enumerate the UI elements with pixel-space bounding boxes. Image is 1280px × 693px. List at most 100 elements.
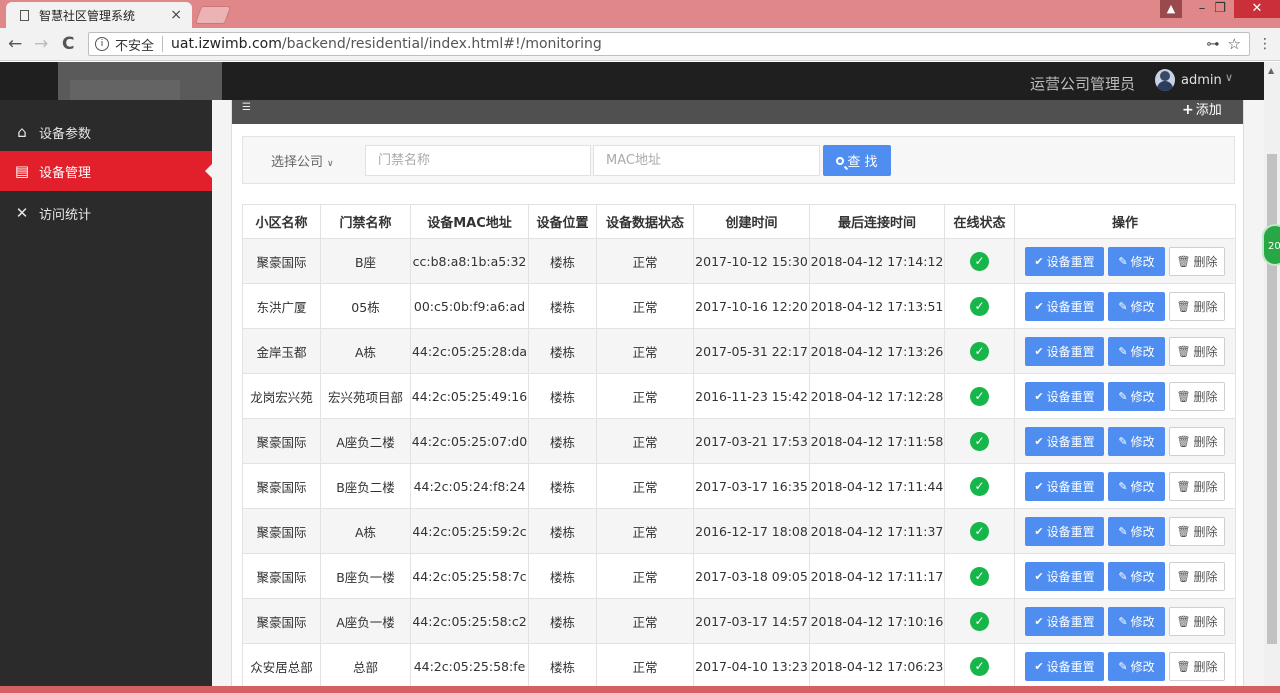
- key-icon[interactable]: ⊶: [1207, 37, 1220, 52]
- reset-device-button[interactable]: ✔ 设备重置: [1025, 246, 1104, 276]
- reset-label: 设备重置: [1046, 524, 1095, 539]
- url-bar[interactable]: i 不安全 uat.izwimb.com/backend/residential…: [88, 32, 1250, 56]
- online-status-cell: ✓: [944, 643, 1015, 689]
- edit-button[interactable]: ✎ 修改: [1108, 651, 1165, 681]
- user-name[interactable]: admin: [1181, 73, 1222, 88]
- avatar[interactable]: [1155, 69, 1175, 91]
- delete-button[interactable]: 🗑 删除: [1169, 426, 1225, 456]
- delete-button[interactable]: 🗑 删除: [1169, 336, 1225, 366]
- delete-button[interactable]: 🗑 删除: [1169, 606, 1225, 636]
- sidebar-item-device-management[interactable]: ▤ 设备管理: [0, 151, 212, 191]
- location-cell: 楼栋: [528, 598, 597, 644]
- trash-icon: 🗑: [1176, 479, 1191, 493]
- tab-close-icon[interactable]: ×: [170, 8, 182, 22]
- delete-button[interactable]: 🗑 删除: [1169, 381, 1225, 411]
- divider: [162, 36, 164, 52]
- floating-badge[interactable]: 20: [1262, 224, 1280, 266]
- reset-device-button[interactable]: ✔ 设备重置: [1025, 651, 1104, 681]
- edit-button[interactable]: ✎ 修改: [1108, 381, 1165, 411]
- reset-device-button[interactable]: ✔ 设备重置: [1025, 291, 1104, 321]
- mac-cell: 44:2c:05:25:49:16: [410, 373, 529, 419]
- edit-button[interactable]: ✎ 修改: [1108, 291, 1165, 321]
- table-row: 聚豪国际 B座负一楼 44:2c:05:25:58:7c 楼栋 正常 2017-03-18…: [242, 553, 1236, 599]
- edit-icon: ✎: [1118, 434, 1128, 448]
- forward-icon[interactable]: →: [34, 32, 48, 56]
- actions-cell: ✔ 设备重置 ✎ 修改 🗑 删除: [1014, 643, 1236, 689]
- reset-device-button[interactable]: ✔ 设备重置: [1025, 426, 1104, 456]
- company-select[interactable]: 选择公司 ∨: [271, 151, 334, 170]
- delete-button[interactable]: 🗑 删除: [1169, 561, 1225, 591]
- reset-device-button[interactable]: ✔ 设备重置: [1025, 381, 1104, 411]
- delete-button[interactable]: 🗑 删除: [1169, 651, 1225, 681]
- new-tab-button[interactable]: [194, 6, 232, 24]
- table-row: 聚豪国际 A座负二楼 44:2c:05:25:07:d0 楼栋 正常 2017-03-21…: [242, 418, 1236, 464]
- trash-icon: 🗑: [1176, 659, 1191, 673]
- community-cell: 金岸玉都: [242, 328, 321, 374]
- reset-label: 设备重置: [1046, 254, 1095, 269]
- sidebar-item-device-params[interactable]: ⌂ 设备参数: [0, 112, 212, 152]
- url-text[interactable]: uat.izwimb.com/backend/residential/index…: [171, 36, 1207, 52]
- mac-cell: cc:b8:a8:1b:a5:32: [410, 238, 529, 284]
- table-row: 聚豪国际 A座负一楼 44:2c:05:25:58:c2 楼栋 正常 2017-03-17…: [242, 598, 1236, 644]
- community-cell: 聚豪国际: [242, 508, 321, 554]
- reset-device-button[interactable]: ✔ 设备重置: [1025, 336, 1104, 366]
- edit-button[interactable]: ✎ 修改: [1108, 426, 1165, 456]
- trash-icon: 🗑: [1176, 434, 1191, 448]
- info-icon[interactable]: i: [95, 37, 109, 51]
- actions-cell: ✔ 设备重置 ✎ 修改 🗑 删除: [1014, 553, 1236, 599]
- location-cell: 楼栋: [528, 283, 597, 329]
- reset-device-button[interactable]: ✔ 设备重置: [1025, 516, 1104, 546]
- page-icon: [20, 9, 29, 21]
- edit-icon: ✎: [1118, 569, 1128, 583]
- app-header: 运营公司管理员 admin ∨: [0, 62, 1264, 102]
- edit-button[interactable]: ✎ 修改: [1108, 606, 1165, 636]
- delete-label: 删除: [1193, 659, 1218, 674]
- reset-device-button[interactable]: ✔ 设备重置: [1025, 561, 1104, 591]
- gate-name-input[interactable]: [365, 145, 591, 176]
- star-icon[interactable]: ☆: [1228, 35, 1241, 53]
- mac-cell: 44:2c:05:25:58:c2: [410, 598, 529, 644]
- check-circle-icon: ✓: [970, 296, 989, 316]
- taskbar-strip: [0, 686, 1280, 693]
- sidebar-item-access-stats[interactable]: ✕ 访问统计: [0, 193, 212, 233]
- edit-button[interactable]: ✎ 修改: [1108, 246, 1165, 276]
- delete-button[interactable]: 🗑 删除: [1169, 246, 1225, 276]
- scroll-up-icon[interactable]: ▲: [1268, 66, 1274, 75]
- browser-tab[interactable]: 智慧社区管理系统 ×: [6, 2, 192, 28]
- chevron-down-icon[interactable]: ∨: [1225, 71, 1233, 84]
- restore-button[interactable]: ❐: [1206, 0, 1234, 18]
- actions-cell: ✔ 设备重置 ✎ 修改 🗑 删除: [1014, 418, 1236, 464]
- gate-name-cell: 宏兴苑项目部: [320, 373, 411, 419]
- edit-button[interactable]: ✎ 修改: [1108, 561, 1165, 591]
- community-cell: 聚豪国际: [242, 463, 321, 509]
- community-cell: 聚豪国际: [242, 553, 321, 599]
- reset-device-button[interactable]: ✔ 设备重置: [1025, 471, 1104, 501]
- mac-address-input[interactable]: [593, 145, 820, 176]
- back-icon[interactable]: ←: [8, 32, 22, 56]
- window-close-button[interactable]: ✕: [1234, 0, 1280, 18]
- reset-device-button[interactable]: ✔ 设备重置: [1025, 606, 1104, 636]
- community-cell: 龙岗宏兴苑: [242, 373, 321, 419]
- column-header: 小区名称: [242, 204, 321, 239]
- edit-label: 修改: [1130, 389, 1155, 404]
- page-scrollbar[interactable]: ▲: [1264, 62, 1280, 693]
- browser-menu-icon[interactable]: ⋮: [1258, 36, 1272, 52]
- last-connect-cell: 2018-04-12 17:13:51: [809, 283, 945, 329]
- location-cell: 楼栋: [528, 418, 597, 464]
- gate-name-cell: B座负二楼: [320, 463, 411, 509]
- edit-button[interactable]: ✎ 修改: [1108, 336, 1165, 366]
- profile-icon[interactable]: ▲: [1160, 0, 1182, 18]
- delete-button[interactable]: 🗑 删除: [1169, 291, 1225, 321]
- delete-button[interactable]: 🗑 删除: [1169, 516, 1225, 546]
- location-cell: 楼栋: [528, 373, 597, 419]
- delete-button[interactable]: 🗑 删除: [1169, 471, 1225, 501]
- edit-button[interactable]: ✎ 修改: [1108, 516, 1165, 546]
- search-button[interactable]: 查 找: [823, 145, 891, 176]
- add-button[interactable]: + 添加: [1182, 99, 1222, 118]
- table-row: 龙岗宏兴苑 宏兴苑项目部 44:2c:05:25:49:16 楼栋 正常 2016-11-…: [242, 373, 1236, 419]
- location-cell: 楼栋: [528, 463, 597, 509]
- table-row: 聚豪国际 B座 cc:b8:a8:1b:a5:32 楼栋 正常 2017-10-12 15…: [242, 238, 1236, 284]
- reload-icon[interactable]: C: [62, 32, 74, 56]
- edit-button[interactable]: ✎ 修改: [1108, 471, 1165, 501]
- edit-label: 修改: [1130, 254, 1155, 269]
